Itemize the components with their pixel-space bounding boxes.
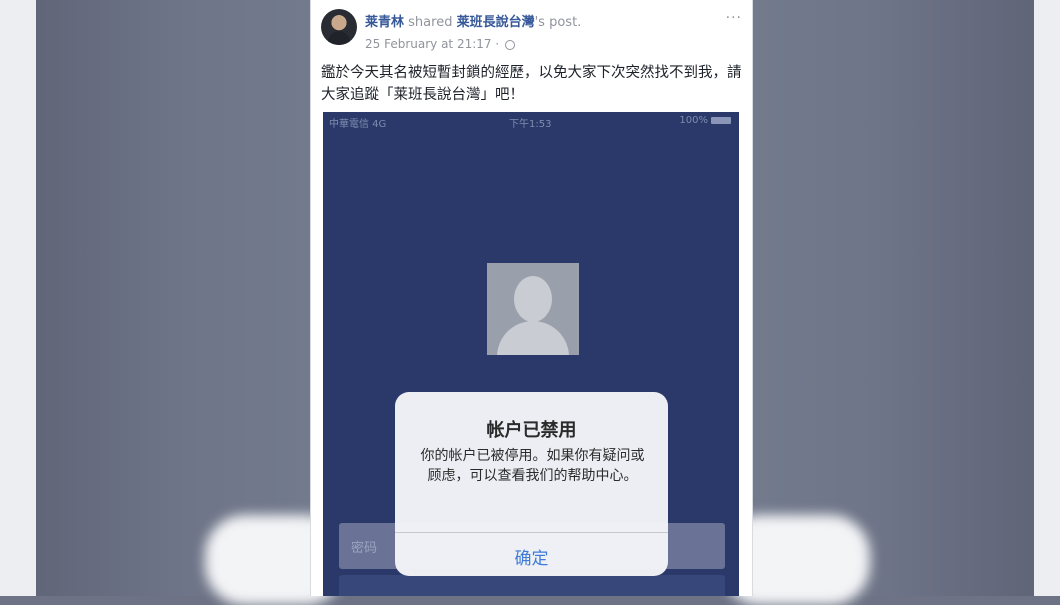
blurred-background-left [0,0,310,596]
status-bar: 中華電信 4G 下午1:53 100% [323,115,739,130]
alert-ok-button: 确定 [514,549,549,569]
silhouette-head [514,276,552,322]
background-edge-right [1034,0,1060,596]
post-timestamp[interactable]: 25 February at 21:17 · [365,37,499,51]
silhouette-body [497,321,569,355]
login-button [339,575,725,596]
post-suffix: 's post. [534,15,582,30]
default-profile-picture [487,263,579,355]
shared-page-link[interactable]: 莱班長說台灣 [457,15,535,30]
blurred-background-right [752,0,1060,596]
battery-status: 100% [679,115,731,126]
facebook-post: 莱青林 shared 莱班長說台灣's post. 25 February at… [310,0,753,596]
post-header: 莱青林 shared 莱班長說台灣's post. [365,11,581,30]
author-name-link[interactable]: 莱青林 [365,15,404,30]
alert-message: 你的帐户已被停用。如果你有疑问或顾虑，可以查看我们的帮助中心。 [420,448,645,484]
post-meta: 25 February at 21:17 · [365,37,515,51]
globe-icon [504,39,515,50]
alert-divider [395,532,668,533]
alert-title: 帐户已禁用 [486,420,577,441]
carrier-label: 中華電信 4G [329,119,387,130]
password-placeholder: 密码 [351,541,378,556]
account-disabled-alert: 帐户已禁用 你的帐户已被停用。如果你有疑问或顾虑，可以查看我们的帮助中心。 确定 [395,392,668,576]
phone-screenshot-image: 中華電信 4G 下午1:53 100% 密码 帐户已禁用 你的帐户已被停用。如果… [323,112,739,596]
post-text: 鑑於今天其名被短暫封鎖的經歷，以免大家下次突然找不到我，請大家追蹤「莱班長說台灣… [321,65,742,103]
author-avatar[interactable] [321,9,357,45]
more-options-icon[interactable]: ··· [726,10,742,26]
shared-label: shared [408,15,453,30]
background-edge-left [0,0,36,596]
battery-label: 100% [679,115,708,126]
battery-icon [711,116,731,124]
status-time: 下午1:53 [509,119,552,130]
